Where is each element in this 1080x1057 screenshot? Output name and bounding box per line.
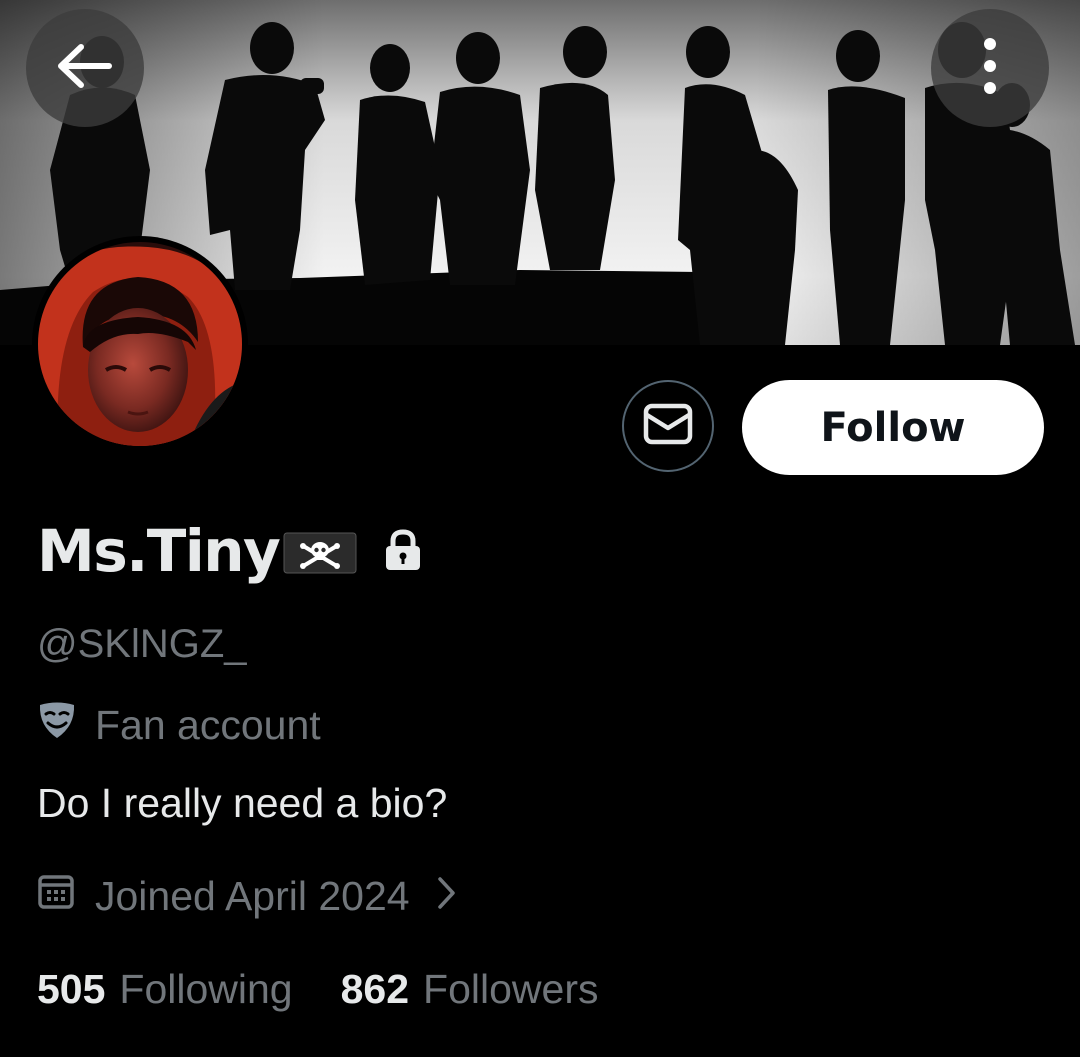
- envelope-icon: [643, 403, 693, 450]
- profile-stats: 505 Following 862 Followers: [37, 966, 598, 1013]
- pirate-flag-icon: [283, 530, 357, 581]
- performing-arts-mask-icon: [37, 700, 77, 750]
- joined-date-row[interactable]: Joined April 2024: [37, 872, 456, 920]
- following-count: 505: [37, 966, 106, 1012]
- avatar-image: [38, 242, 242, 446]
- calendar-icon: [37, 872, 75, 920]
- more-vertical-icon: [982, 37, 998, 99]
- followers-label: Followers: [423, 966, 599, 1012]
- profile-handle: @SKlNGZ_: [37, 622, 247, 666]
- followers-count: 862: [340, 966, 410, 1012]
- followers-link[interactable]: 862 Followers: [341, 966, 599, 1013]
- follow-button[interactable]: Follow: [742, 380, 1044, 475]
- message-button[interactable]: [622, 380, 714, 472]
- following-link[interactable]: 505 Following: [37, 966, 293, 1013]
- following-label: Following: [119, 966, 293, 1012]
- more-options-button[interactable]: [931, 9, 1049, 127]
- arrow-left-icon: [57, 43, 113, 93]
- protected-lock-icon: [383, 528, 423, 577]
- joined-date-text: Joined April 2024: [95, 872, 410, 919]
- profile-name-row: Ms.Tiny: [37, 515, 423, 587]
- display-name: Ms.Tiny: [37, 517, 281, 585]
- profile-category: Fan account: [37, 700, 321, 750]
- category-label: Fan account: [95, 701, 321, 748]
- profile-avatar[interactable]: [32, 236, 248, 452]
- back-button[interactable]: [26, 9, 144, 127]
- profile-bio: Do I really need a bio?: [37, 780, 448, 826]
- chevron-right-icon: [436, 873, 456, 920]
